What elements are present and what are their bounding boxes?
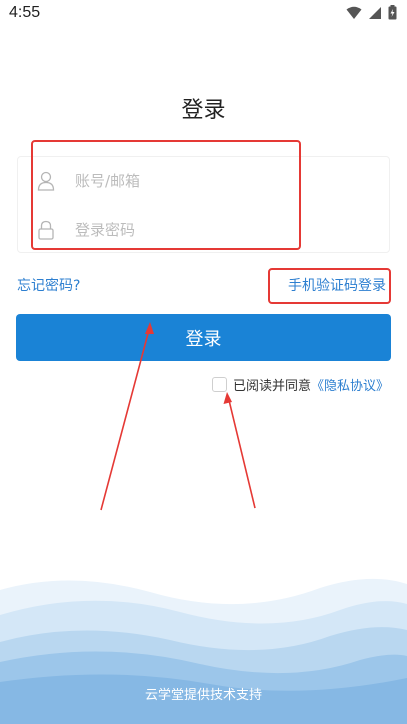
login-form-card	[17, 156, 390, 253]
sms-login-link[interactable]: 手机验证码登录	[288, 275, 386, 295]
account-input[interactable]	[75, 166, 375, 196]
login-button[interactable]: 登录	[16, 314, 391, 361]
lock-icon	[38, 220, 54, 240]
password-field	[18, 206, 391, 254]
battery-icon	[388, 5, 397, 20]
forgot-password-link[interactable]: 忘记密码?	[17, 275, 80, 295]
status-time: 4:55	[9, 4, 41, 21]
status-icons	[346, 5, 397, 20]
wifi-icon	[346, 6, 362, 19]
account-field	[18, 157, 391, 205]
user-icon	[37, 171, 55, 191]
footer-credit: 云学堂提供技术支持	[144, 688, 262, 703]
agreement-checkbox[interactable]	[212, 377, 227, 392]
agreement-text: 已阅读并同意	[233, 379, 312, 394]
password-input[interactable]	[75, 215, 375, 245]
status-bar: 4:55	[0, 0, 407, 28]
agreement-row: 已阅读并同意 《隐私协议》	[212, 375, 389, 394]
privacy-policy-link[interactable]: 《隐私协议》	[311, 375, 389, 394]
page-title: 登录	[181, 98, 226, 123]
annotation-arrow-checkbox	[223, 392, 256, 509]
signal-icon	[369, 6, 381, 19]
